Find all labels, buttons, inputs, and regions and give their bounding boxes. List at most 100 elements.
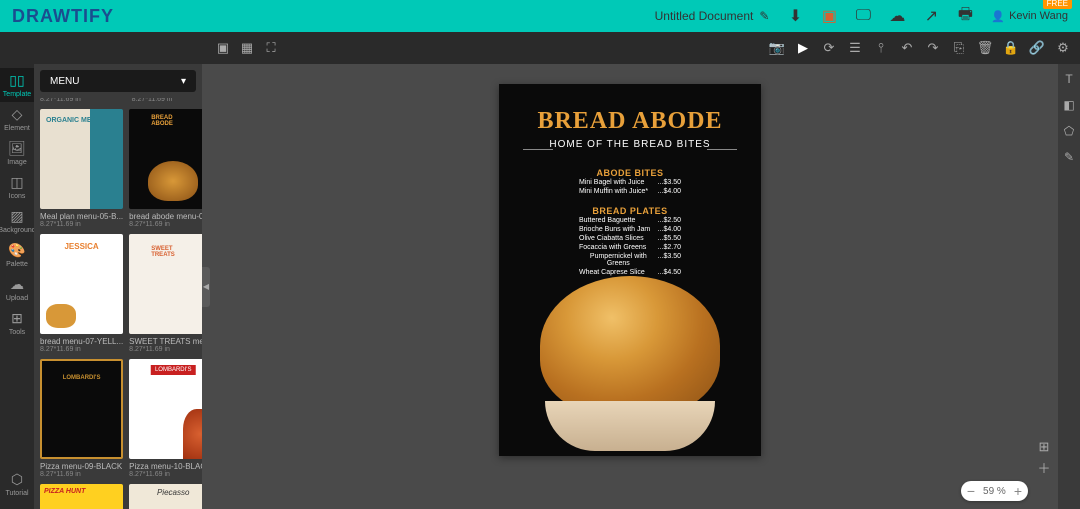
menu-item[interactable]: Mini Muffin with Juice*...$4.00 [499, 187, 761, 196]
logo-draw: DRAW [12, 6, 71, 26]
play-icon[interactable]: ▶ [794, 39, 812, 57]
canvas-area[interactable]: ◀ BREAD ABODE HOME OF THE BREAD BITES AB… [202, 64, 1058, 509]
tab-icons[interactable]: ◫Icons [0, 170, 34, 204]
design-document[interactable]: BREAD ABODE HOME OF THE BREAD BITES ABOD… [499, 84, 761, 456]
template-grid[interactable]: 8.27*11.69 in 8.27*11.69 in Meal plan me… [34, 98, 202, 509]
tab-tools[interactable]: ⊞Tools [0, 306, 34, 340]
tab-tutorial[interactable]: ⬡Tutorial [0, 467, 34, 501]
edit-icon[interactable]: ✎ [759, 9, 769, 23]
menu-item[interactable]: Brioche Buns with Jam...$4.00 [499, 225, 761, 234]
collapse-panel-button[interactable]: ◀ [202, 267, 210, 307]
template-name: bread abode menu-06-... [129, 212, 202, 221]
save-icon[interactable]: ▣ [821, 8, 837, 24]
template-item[interactable] [40, 484, 123, 509]
template-thumbnail [40, 109, 123, 209]
fit-icon[interactable]: ⛶ [262, 39, 280, 57]
template-thumbnail [129, 234, 202, 334]
menu-item[interactable]: Mini Bagel with Juice...$3.50 [499, 178, 761, 187]
delete-icon[interactable]: 🗑 [976, 39, 994, 57]
right-toolbar: T ◧ ⬠ ✎ [1058, 64, 1080, 509]
tools-icon: ⊞ [11, 310, 23, 327]
bread-image[interactable] [530, 276, 730, 436]
crop-icon[interactable]: ▣ [214, 39, 232, 57]
print-icon[interactable]: 🖶 [957, 8, 973, 24]
list-icon[interactable]: ☰ [846, 39, 864, 57]
text-tool-icon[interactable]: T [1062, 72, 1076, 86]
template-size: 8.27*11.69 in [132, 98, 202, 103]
design-title[interactable]: BREAD ABODE [499, 84, 761, 135]
user-badge[interactable]: FREE 👤 Kevin Wang [991, 10, 1068, 23]
undo-icon[interactable]: ↶ [898, 39, 916, 57]
zoom-control: − 59 % + [961, 481, 1028, 501]
display-icon[interactable]: 🖵 [855, 8, 871, 24]
element-icon: ◇ [12, 106, 23, 123]
template-item[interactable]: bread menu-07-YELL... 8.27*11.69 in [40, 234, 123, 353]
grid-icon[interactable]: ▦ [238, 39, 256, 57]
tab-upload[interactable]: ☁Upload [0, 272, 34, 306]
chevron-down-icon: ▾ [181, 76, 186, 87]
template-name: Pizza menu-10-BLACK [129, 462, 202, 471]
template-icon: ▯▯ [9, 72, 24, 89]
menu-item[interactable]: Olive Ciabatta Slices...$5.50 [499, 234, 761, 243]
template-name: Pizza menu-09-BLACK [40, 462, 123, 471]
upload-icon: ☁ [10, 276, 24, 293]
menu-item[interactable]: Pumpernickel with Greens...$3.50 [499, 252, 761, 268]
menu-section-header[interactable]: BREAD PLATES [499, 206, 761, 216]
background-icon: ▨ [10, 208, 23, 225]
template-panel: MENU ▾ 8.27*11.69 in 8.27*11.69 in Meal … [34, 64, 202, 509]
tab-image[interactable]: 🖼Image [0, 136, 34, 170]
template-name: Meal plan menu-05-B... [40, 212, 123, 221]
lock-icon[interactable]: 🔒 [1002, 39, 1020, 57]
template-size: 8.27*11.69 in [40, 471, 123, 478]
doc-title-text: Untitled Document [655, 9, 754, 23]
logo-tify: TIFY [71, 6, 114, 26]
tab-element[interactable]: ◇Element [0, 102, 34, 136]
template-name: SWEET TREATS men... [129, 337, 202, 346]
align-icon[interactable]: ⫯ [872, 39, 890, 57]
template-item[interactable]: Pizza menu-09-BLACK 8.27*11.69 in [40, 359, 123, 478]
tab-template[interactable]: ▯▯Template [0, 68, 34, 102]
template-thumbnail [129, 359, 202, 459]
link-icon[interactable]: 🔗 [1028, 39, 1046, 57]
free-tag: FREE [1043, 0, 1072, 9]
template-name: bread menu-07-YELL... [40, 337, 123, 346]
layers-icon[interactable]: ◧ [1062, 98, 1076, 112]
document-title[interactable]: Untitled Document ✎ [655, 9, 770, 23]
menu-section-header[interactable]: ABODE BITES [499, 168, 761, 178]
zoom-level[interactable]: 59 % [983, 486, 1006, 497]
template-thumbnail [40, 359, 123, 459]
category-dropdown[interactable]: MENU ▾ [40, 70, 196, 92]
share-icon[interactable]: ↗ [923, 8, 939, 24]
top-bar: DRAWTIFY Untitled Document ✎ ⬇ ▣ 🖵 ☁ ↗ 🖶… [0, 0, 1080, 32]
record-icon[interactable]: 📷 [768, 39, 786, 57]
cloud-icon[interactable]: ☁ [889, 8, 905, 24]
tutorial-icon: ⬡ [11, 471, 23, 488]
design-subtitle[interactable]: HOME OF THE BREAD BITES [499, 139, 761, 158]
copy-icon[interactable]: ⎘ [950, 39, 968, 57]
download-icon[interactable]: ⬇ [787, 8, 803, 24]
template-item[interactable]: Meal plan menu-05-B... 8.27*11.69 in [40, 109, 123, 228]
template-item[interactable]: bread abode menu-06-... 8.27*11.69 in [129, 109, 202, 228]
menu-item[interactable]: Focaccia with Greens...$2.70 [499, 243, 761, 252]
tab-background[interactable]: ▨Background [0, 204, 34, 238]
add-page-icon[interactable]: ＋ [1036, 459, 1052, 475]
menu-item[interactable]: Buttered Baguette...$2.50 [499, 216, 761, 225]
shape-tool-icon[interactable]: ⬠ [1062, 124, 1076, 138]
zoom-out-button[interactable]: − [967, 483, 975, 499]
redo-icon[interactable]: ↷ [924, 39, 942, 57]
settings-icon[interactable]: ⚙ [1054, 39, 1072, 57]
template-item[interactable]: Pizza menu-10-BLACK 8.27*11.69 in [129, 359, 202, 478]
template-size: 8.27*11.69 in [129, 346, 202, 353]
template-item[interactable]: SWEET TREATS men... 8.27*11.69 in [129, 234, 202, 353]
pen-tool-icon[interactable]: ✎ [1062, 150, 1076, 164]
logo[interactable]: DRAWTIFY [12, 6, 114, 27]
zoom-in-button[interactable]: + [1014, 483, 1022, 499]
icons-icon: ◫ [10, 174, 23, 191]
template-thumbnail [40, 234, 123, 334]
refresh-icon[interactable]: ⟳ [820, 39, 838, 57]
template-item[interactable] [129, 484, 202, 509]
tab-palette[interactable]: 🎨Palette [0, 238, 34, 272]
left-tabs: ▯▯Template ◇Element 🖼Image ◫Icons ▨Backg… [0, 64, 34, 509]
image-icon: 🖼 [8, 140, 26, 157]
grid-view-icon[interactable]: ⊞ [1036, 439, 1052, 455]
